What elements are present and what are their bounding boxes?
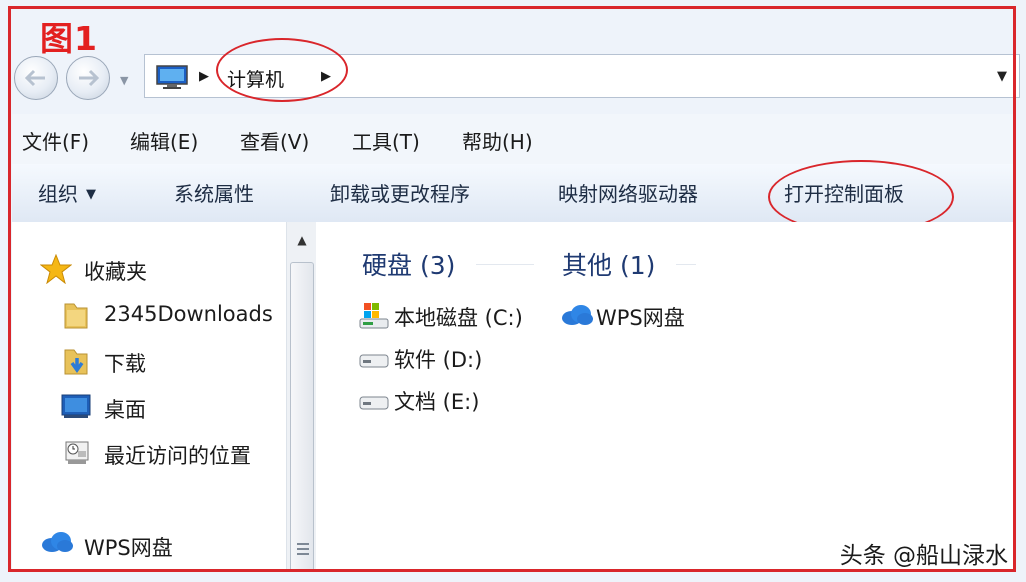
drive-label: 文档 (E:): [394, 390, 480, 414]
breadcrumb-separator-icon[interactable]: ▶: [321, 69, 331, 84]
nav-item-recent-places[interactable]: 最近访问的位置: [12, 434, 286, 470]
system-properties-button[interactable]: 系统属性: [174, 178, 254, 207]
back-button[interactable]: [14, 56, 58, 100]
breadcrumb-computer[interactable]: 计算机: [227, 65, 284, 92]
nav-item-downloads[interactable]: 下载: [12, 342, 286, 378]
group-divider: [476, 264, 534, 265]
hard-drive-icon: [359, 354, 389, 368]
system-drive-icon: [359, 303, 389, 329]
other-item-label: WPS网盘: [596, 306, 685, 330]
nav-item-label: 下载: [104, 352, 146, 376]
forward-arrow-icon: [79, 69, 99, 87]
nav-item-2345downloads[interactable]: 2345Downloads: [12, 296, 286, 332]
cloud-icon: [562, 305, 593, 325]
computer-icon: [156, 65, 188, 89]
organize-button[interactable]: 组织 ▼: [38, 178, 96, 207]
nav-item-label: 桌面: [104, 398, 146, 422]
menu-tools[interactable]: 工具(T): [352, 126, 420, 155]
nav-wps-label: WPS网盘: [84, 536, 173, 560]
menu-edit[interactable]: 编辑(E): [130, 126, 198, 155]
forward-button[interactable]: [66, 56, 110, 100]
star-icon: [40, 254, 72, 284]
watermark: 头条 @船山渌水: [839, 543, 1008, 569]
menu-file[interactable]: 文件(F): [22, 126, 89, 155]
download-folder-icon: [64, 349, 88, 375]
open-control-panel-button[interactable]: 打开控制面板: [784, 178, 904, 207]
group-header-other[interactable]: 其他 (1): [562, 246, 655, 282]
cloud-icon: [42, 532, 73, 552]
organize-label: 组织: [38, 182, 78, 206]
navigation-pane: 收藏夹 2345Downloads 下载 桌面 最近访问的位置 WPS网盘: [12, 222, 286, 572]
nav-item-label: 最近访问的位置: [104, 444, 251, 468]
address-dropdown-icon[interactable]: ▼: [997, 69, 1007, 84]
scroll-up-icon[interactable]: ▲: [287, 222, 317, 258]
uninstall-program-button[interactable]: 卸载或更改程序: [330, 178, 470, 207]
chevron-down-icon: ▼: [86, 187, 96, 202]
menu-bar: 文件(F) 编辑(E) 查看(V) 工具(T) 帮助(H): [12, 114, 1016, 165]
figure-label: 图1: [40, 19, 98, 58]
content-pane: 硬盘 (3) 其他 (1) 本地磁盘 (C:) 软件 (D:) 文档 (E:): [316, 222, 1016, 572]
desktop-icon: [61, 394, 91, 418]
scroll-thumb[interactable]: [290, 262, 314, 572]
recent-pages-dropdown[interactable]: ▼: [120, 74, 128, 87]
address-bar[interactable]: ▶ 计算机 ▶ ▼: [144, 54, 1020, 98]
group-divider: [676, 264, 696, 265]
nav-favorites-label: 收藏夹: [84, 260, 147, 284]
back-arrow-icon: [25, 69, 45, 87]
group-header-hard-disks[interactable]: 硬盘 (3): [362, 246, 455, 282]
menu-help[interactable]: 帮助(H): [462, 126, 533, 155]
nav-item-desktop[interactable]: 桌面: [12, 388, 286, 424]
breadcrumb-separator-icon[interactable]: ▶: [199, 69, 209, 84]
nav-favorites[interactable]: 收藏夹: [12, 250, 286, 286]
map-network-drive-button[interactable]: 映射网络驱动器: [558, 178, 698, 207]
drive-label: 本地磁盘 (C:): [394, 306, 523, 330]
hard-drive-icon: [359, 396, 389, 410]
nav-wps-cloud[interactable]: WPS网盘: [12, 526, 286, 562]
drive-label: 软件 (D:): [394, 348, 483, 372]
nav-scrollbar[interactable]: ▲: [286, 222, 317, 572]
folder-icon: [64, 303, 88, 329]
recent-places-icon: [65, 441, 89, 464]
grip-icon: [297, 543, 309, 558]
menu-view[interactable]: 查看(V): [240, 126, 309, 155]
command-bar: 组织 ▼ 系统属性 卸载或更改程序 映射网络驱动器 打开控制面板: [12, 164, 1016, 223]
nav-item-label: 2345Downloads: [104, 302, 273, 326]
